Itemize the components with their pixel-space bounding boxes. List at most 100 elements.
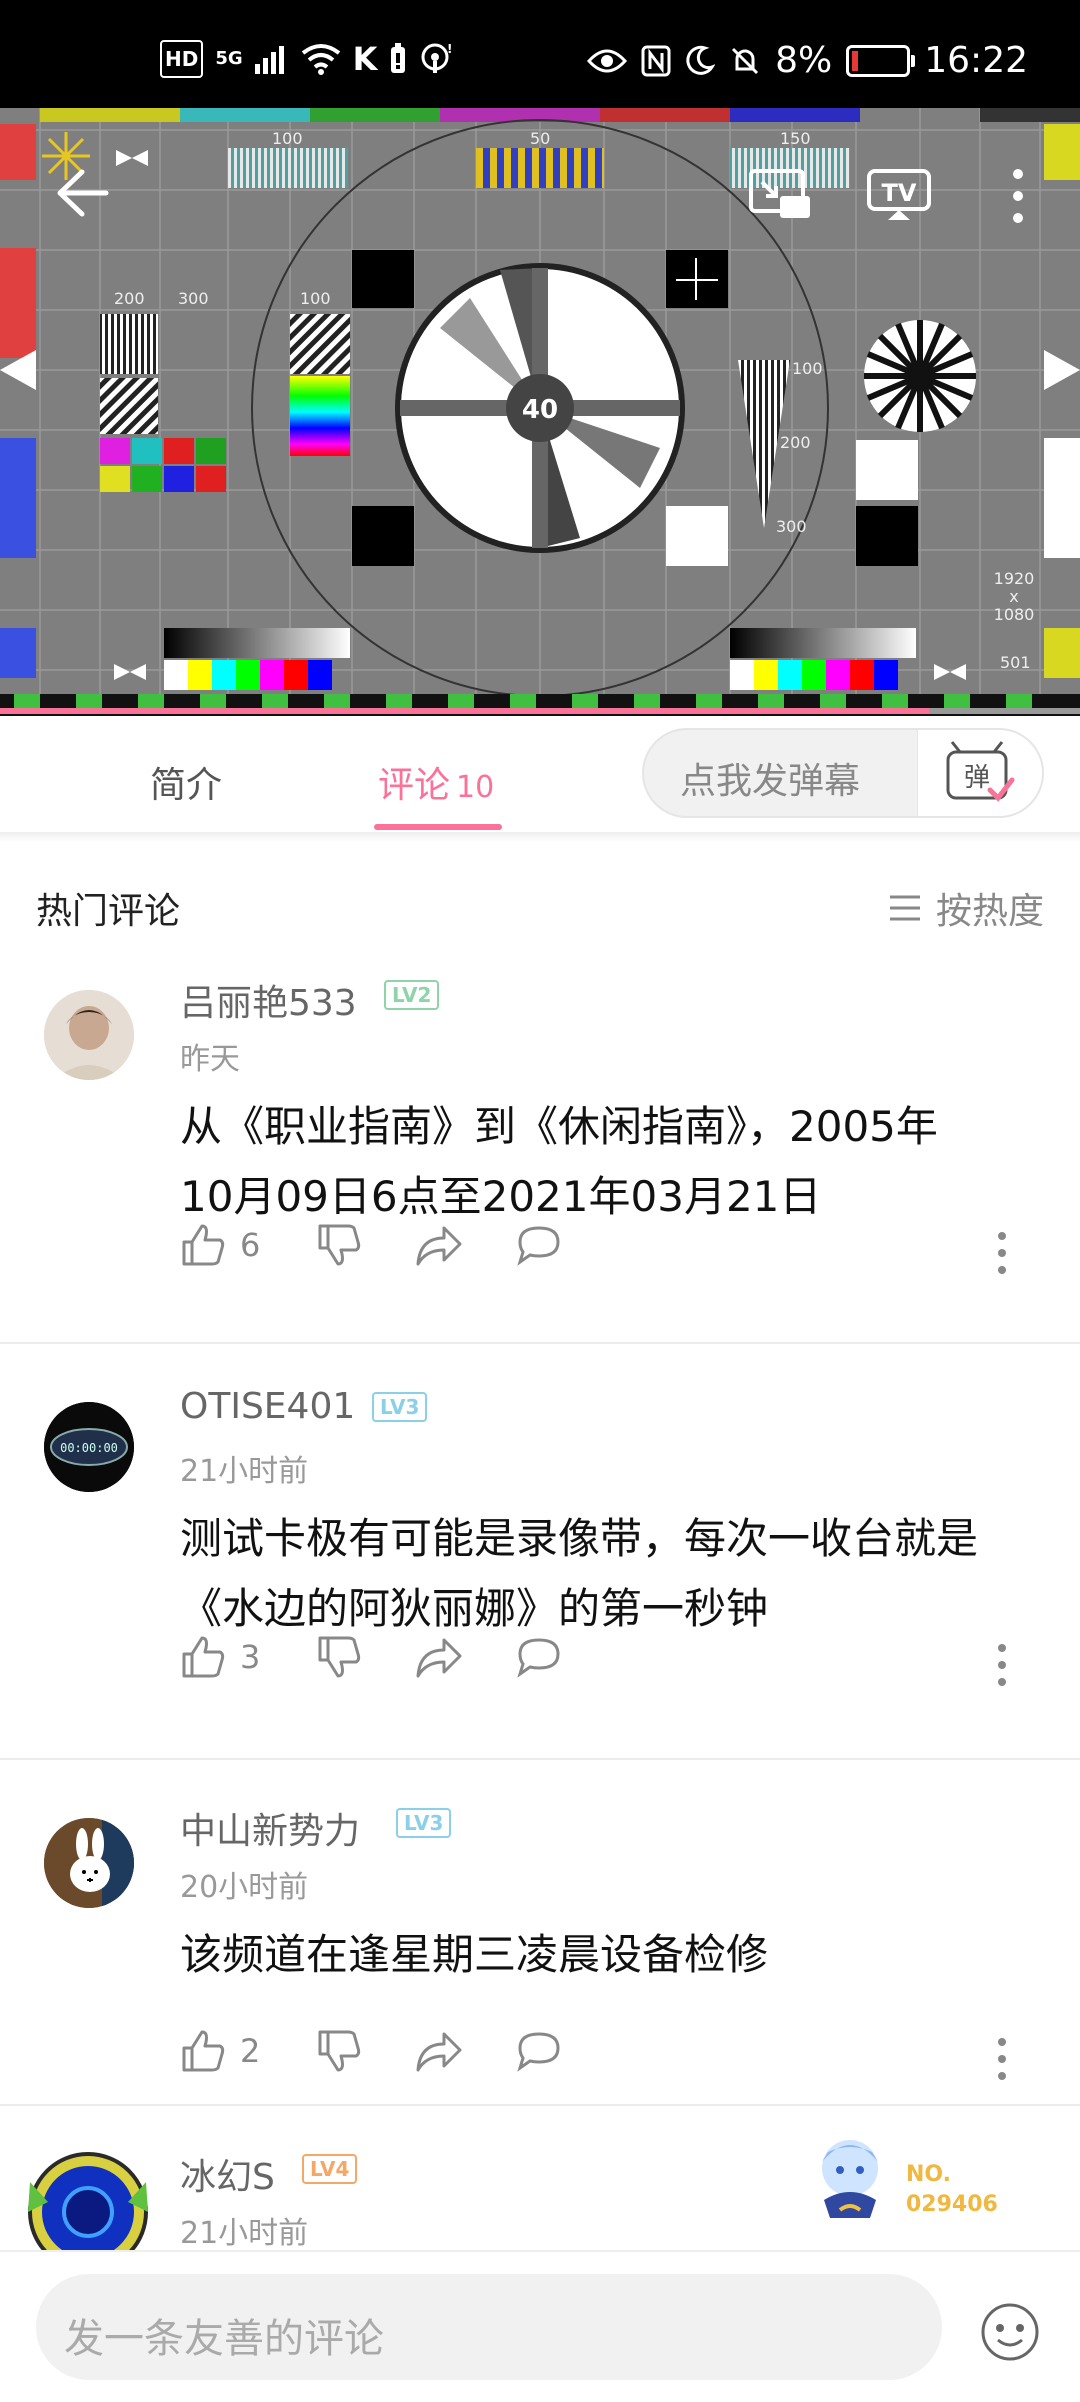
thumbs-up-icon bbox=[182, 1224, 225, 1266]
svg-text:501: 501 bbox=[1000, 653, 1031, 672]
thumbs-down-icon bbox=[318, 2030, 361, 2072]
reply-bubble-icon bbox=[517, 1226, 560, 1266]
reply-button[interactable] bbox=[514, 1634, 564, 1680]
svg-text:100: 100 bbox=[272, 129, 303, 148]
comment-text: 该频道在逢星期三凌晨设备检修 bbox=[180, 1920, 1040, 1990]
svg-text:00:00:00: 00:00:00 bbox=[60, 1441, 118, 1455]
bell-muted-icon bbox=[732, 47, 759, 74]
tab-comments-label: 评论 bbox=[378, 765, 451, 806]
comment-input[interactable]: 发一条友善的评论 bbox=[36, 2274, 942, 2380]
dislike-button[interactable] bbox=[316, 1634, 362, 1680]
comment-text-line: 从《职业指南》到《休闲指南》，2005年 bbox=[180, 1102, 938, 1151]
tv-cast-icon[interactable]: TV bbox=[866, 168, 932, 224]
active-tab-indicator bbox=[374, 824, 502, 830]
emoji-icon[interactable] bbox=[980, 2302, 1040, 2362]
picture-in-picture-icon[interactable] bbox=[748, 168, 812, 224]
tab-comments-count: 10 bbox=[456, 770, 495, 805]
share-icon bbox=[416, 2032, 462, 2072]
comment-divider bbox=[0, 1342, 1080, 1344]
comment-item: 吕丽艳533 LV2 昨天 从《职业指南》到《休闲指南》，2005年 10月09… bbox=[0, 960, 1080, 1340]
reply-button[interactable] bbox=[514, 1222, 564, 1268]
danmaku-input[interactable]: 点我发弹幕 bbox=[680, 752, 860, 804]
svg-text:100: 100 bbox=[300, 289, 331, 308]
hotspot-icon: ! bbox=[421, 43, 453, 73]
like-button[interactable]: 3 bbox=[180, 1634, 260, 1680]
comment-text-line: 该频道在逢星期三凌晨设备检修 bbox=[180, 1930, 769, 1979]
danmaku-button[interactable]: 弹 bbox=[917, 730, 1042, 816]
nfc-icon bbox=[641, 45, 671, 76]
share-button[interactable] bbox=[414, 1222, 464, 1268]
video-progress-fill bbox=[0, 708, 929, 714]
danmaku-entry[interactable]: 点我发弹幕 弹 bbox=[642, 728, 1044, 818]
status-bar: HD 5G K ! 8% 16:22 bbox=[0, 0, 1080, 108]
svg-text:!: ! bbox=[447, 43, 452, 56]
eye-icon bbox=[587, 49, 628, 72]
battery-saver-icon bbox=[391, 43, 406, 73]
badge-no-label: NO. bbox=[906, 2162, 951, 2187]
thumbs-up-icon bbox=[182, 1636, 225, 1678]
comment-time: 昨天 bbox=[180, 1042, 240, 1077]
comment-more-icon[interactable] bbox=[992, 1642, 1012, 1688]
dislike-button[interactable] bbox=[316, 2028, 362, 2074]
tab-divider bbox=[0, 832, 1080, 842]
comment-divider bbox=[0, 2104, 1080, 2106]
reply-bubble-icon bbox=[517, 1638, 560, 1678]
svg-text:1080: 1080 bbox=[994, 605, 1035, 624]
badge-number: 029406 bbox=[906, 2192, 998, 2217]
share-icon bbox=[416, 1638, 462, 1678]
battery-icon bbox=[846, 44, 916, 77]
username[interactable]: 中山新势力 bbox=[180, 1802, 360, 1854]
comment-time: 21小时前 bbox=[180, 2216, 309, 2250]
share-button[interactable] bbox=[414, 1634, 464, 1680]
sort-label: 按热度 bbox=[935, 891, 1044, 932]
dislike-button[interactable] bbox=[316, 1222, 362, 1268]
like-button[interactable]: 2 bbox=[180, 2028, 260, 2074]
svg-text:TV: TV bbox=[882, 179, 917, 207]
sort-button[interactable]: 按热度 bbox=[888, 882, 1044, 934]
back-arrow-icon[interactable] bbox=[54, 168, 110, 218]
comment-input-bar: 发一条友善的评论 bbox=[0, 2250, 1080, 2402]
avatar[interactable]: 00:00:00 bbox=[44, 1402, 134, 1492]
reply-button[interactable] bbox=[514, 2028, 564, 2074]
username[interactable]: OTISE401 bbox=[180, 1386, 355, 1427]
more-options-icon[interactable] bbox=[1010, 166, 1026, 226]
svg-text:300: 300 bbox=[178, 289, 209, 308]
username[interactable]: 吕丽艳533 bbox=[180, 974, 357, 1026]
5g-signal-icon: 5G bbox=[215, 48, 243, 69]
fan-badge: NO. 029406 bbox=[800, 2122, 1040, 2232]
svg-text:50: 50 bbox=[530, 129, 550, 148]
level-badge: LV2 bbox=[384, 980, 440, 1010]
avatar[interactable] bbox=[18, 2142, 158, 2250]
svg-text:300: 300 bbox=[776, 517, 807, 536]
avatar-clock-icon: 00:00:00 bbox=[44, 1402, 134, 1492]
like-button[interactable]: 6 bbox=[180, 1222, 260, 1268]
svg-text:1920: 1920 bbox=[994, 569, 1035, 588]
svg-text:200: 200 bbox=[114, 289, 145, 308]
tab-comments[interactable]: 评论 10 bbox=[378, 756, 494, 808]
avatar[interactable] bbox=[44, 1818, 134, 1908]
comment-time: 21小时前 bbox=[180, 1454, 309, 1489]
sort-icon bbox=[889, 895, 920, 921]
avatar[interactable] bbox=[44, 990, 134, 1080]
comment-more-icon[interactable] bbox=[992, 1230, 1012, 1276]
thumbs-down-icon bbox=[318, 1636, 361, 1678]
avatar-photo-icon bbox=[44, 990, 134, 1080]
username[interactable]: 冰幻S bbox=[180, 2148, 275, 2200]
video-player[interactable]: 100 50 150 200 300 100 40 100 200 300 19… bbox=[0, 108, 1080, 716]
signal-bars-icon bbox=[254, 46, 284, 74]
comment-actions: 3 bbox=[180, 1634, 1040, 1694]
level-badge: LV3 bbox=[396, 1808, 452, 1838]
level-badge: LV4 bbox=[302, 2154, 358, 2184]
share-button[interactable] bbox=[414, 2028, 464, 2074]
wifi-icon bbox=[301, 44, 340, 75]
moon-icon bbox=[686, 45, 716, 75]
anime-girl-icon bbox=[822, 2140, 878, 2218]
svg-text:x: x bbox=[1009, 587, 1018, 606]
comment-actions: 6 bbox=[180, 1222, 1040, 1282]
comment-text: 测试卡极有可能是录像带，每次一收台就是 《水边的阿狄丽娜》的第一秒钟 bbox=[180, 1504, 1040, 1644]
k-icon: K bbox=[352, 40, 378, 78]
tab-intro[interactable]: 简介 bbox=[150, 756, 222, 808]
avatar-frame-icon bbox=[28, 2152, 148, 2250]
level-badge: LV3 bbox=[372, 1392, 428, 1422]
comment-more-icon[interactable] bbox=[992, 2036, 1012, 2082]
